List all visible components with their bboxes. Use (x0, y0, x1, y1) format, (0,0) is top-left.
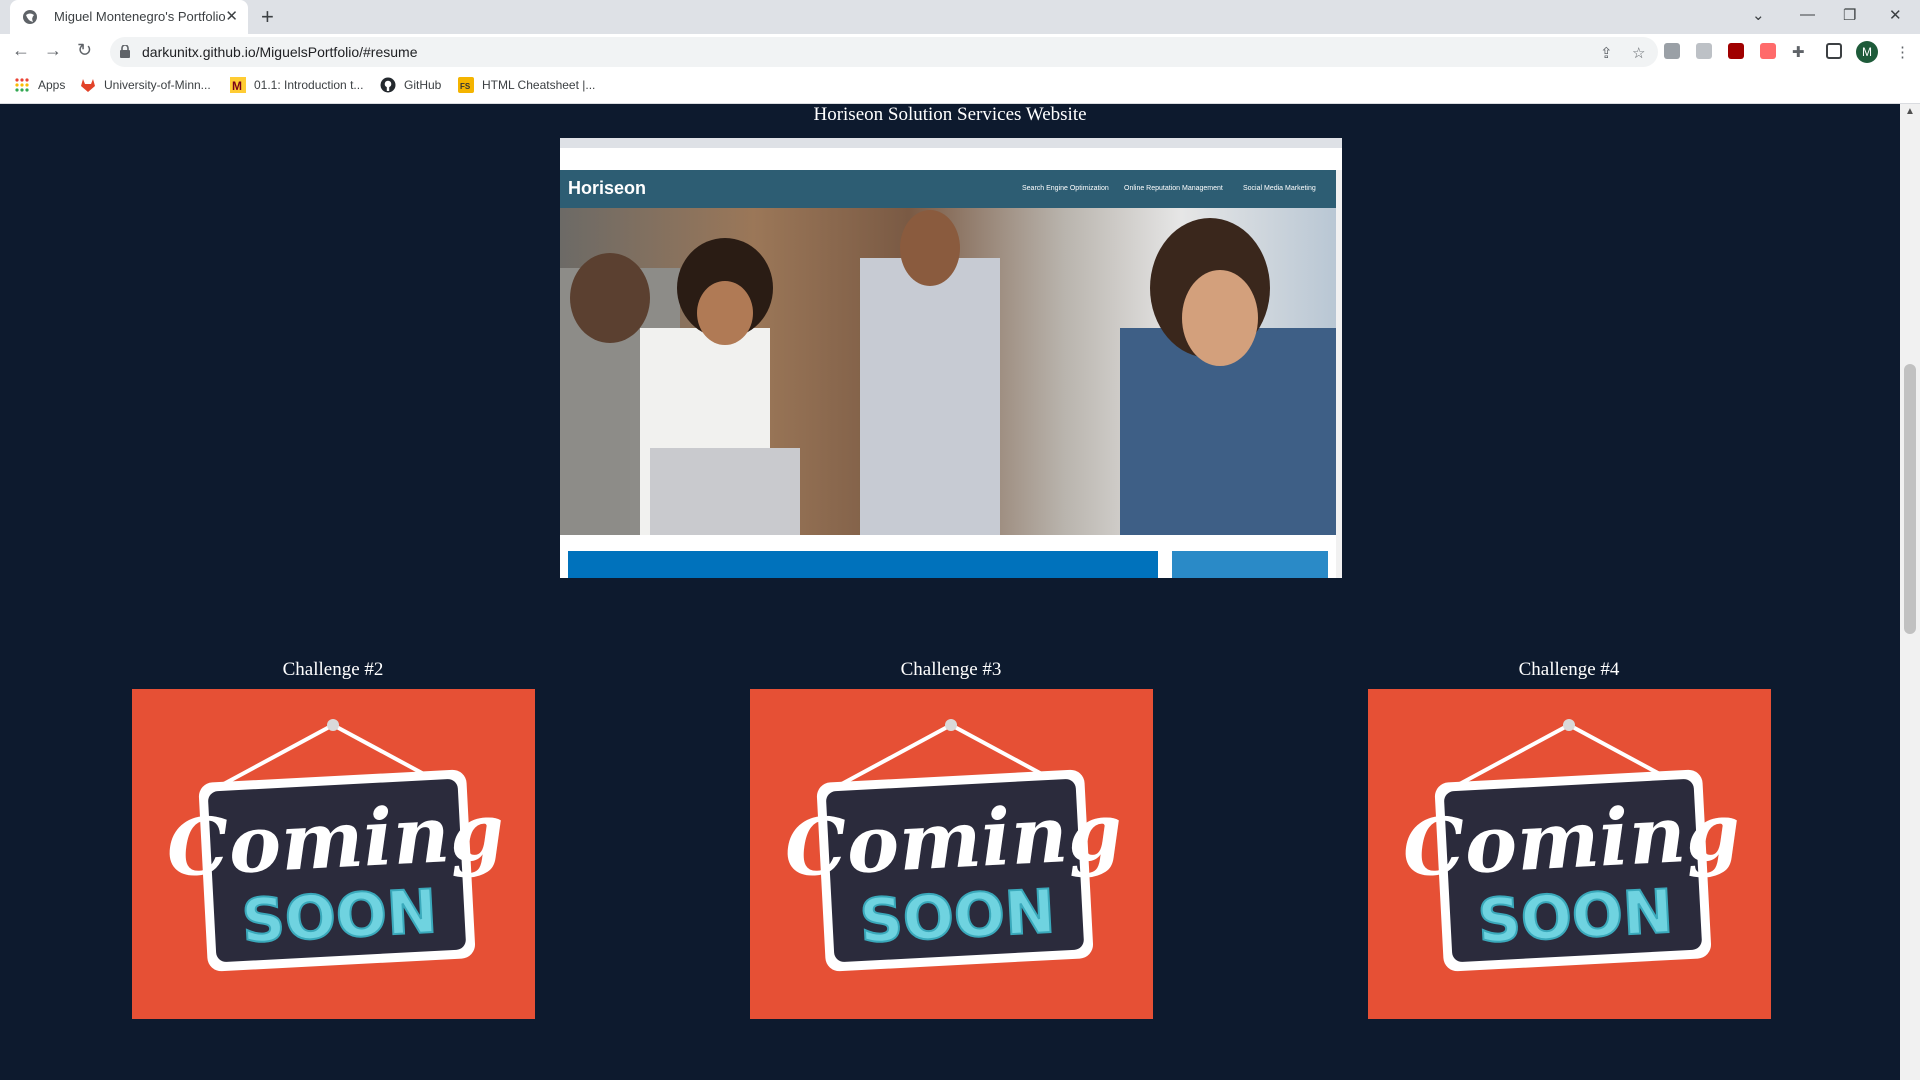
scrollbar-thumb[interactable] (1904, 364, 1916, 634)
browser-chrome: Miguel Montenegro's Portfolio ✕ + ⌄ — ❐ … (0, 0, 1920, 104)
screenshot-logo: Horiseon (568, 178, 647, 198)
forward-icon[interactable]: → (44, 40, 62, 61)
screenshot-sidebar-box (1172, 551, 1328, 578)
bookmark-cheatsheet[interactable]: HTML Cheatsheet |... (482, 78, 595, 92)
github-icon (380, 77, 396, 93)
apps-grid-icon (15, 78, 29, 92)
screenshot-hero-image (560, 208, 1336, 535)
extension-icon[interactable] (1696, 43, 1712, 59)
lock-icon (120, 45, 130, 58)
back-icon[interactable]: ← (12, 40, 30, 61)
share-icon[interactable]: ⇪ (1600, 44, 1613, 62)
extension-icon[interactable] (1664, 43, 1680, 59)
reload-icon[interactable]: ↻ (77, 40, 92, 61)
restore-icon[interactable]: ❐ (1843, 6, 1856, 24)
screenshot-nav-item: Online Reputation Management (1124, 185, 1223, 192)
coming-text: Coming (164, 786, 506, 895)
challenge-title: Challenge #2 (282, 659, 384, 680)
scroll-up-icon[interactable]: ▲ (1905, 106, 1915, 117)
screenshot-nav-item: Search Engine Optimization (1022, 185, 1109, 192)
challenge-card[interactable]: Challenge #3 Coming SOON (750, 659, 1153, 1019)
bookmark-apps[interactable]: Apps (38, 78, 65, 92)
bookmark-intro[interactable]: 01.1: Introduction t... (254, 78, 363, 92)
extension-icon[interactable] (1760, 43, 1776, 59)
project-title: Horiseon Solution Services Website (813, 104, 1087, 125)
coming-text: Coming (782, 786, 1124, 895)
challenge-title: Challenge #4 (1518, 659, 1620, 680)
tab-title: Miguel Montenegro's Portfolio (54, 9, 226, 24)
soon-text: SOON (240, 877, 439, 957)
minimize-icon[interactable]: — (1800, 6, 1815, 23)
ublock-icon[interactable] (1728, 43, 1744, 59)
cheatsheet-icon: FS (458, 77, 474, 93)
soon-text: SOON (858, 877, 1057, 957)
svg-text:FS: FS (460, 82, 471, 91)
screenshot-addressbar (560, 148, 1342, 160)
url-text: darkunitx.github.io/MiguelsPortfolio/#re… (142, 44, 418, 60)
page-scrollbar[interactable]: ▲ (1900, 104, 1920, 1080)
screenshot-scrollbar (1336, 170, 1342, 578)
soon-text: SOON (1476, 877, 1675, 957)
puzzle-icon[interactable]: ✚ (1792, 43, 1805, 61)
coming-soon-image[interactable]: Coming SOON (132, 689, 535, 1019)
tab-strip: Miguel Montenegro's Portfolio ✕ + ⌄ — ❐ … (0, 0, 1920, 34)
menu-dots-icon[interactable]: ⋮ (1895, 43, 1910, 61)
close-tab-icon[interactable]: ✕ (225, 7, 238, 25)
umn-icon: M (230, 77, 246, 93)
bookmarks-bar: Apps University-of-Minn... M 01.1: Intro… (0, 70, 1920, 104)
bookmark-star-icon[interactable]: ☆ (1632, 44, 1645, 62)
screenshot-content-box (568, 551, 1158, 578)
challenge-card[interactable]: Challenge #4 Coming SOON (1368, 659, 1771, 1019)
screenshot-header: Horiseon Search Engine Optimization Onli… (560, 170, 1336, 208)
portfolio-page: Horiseon Solution Services Website Horis… (0, 104, 1900, 1080)
screenshot-nav-item: Social Media Marketing (1243, 185, 1316, 192)
tab-search-icon[interactable]: ⌄ (1752, 6, 1765, 24)
bookmark-github[interactable]: GitHub (404, 78, 441, 92)
bookmark-gitlab[interactable]: University-of-Minn... (104, 78, 211, 92)
screenshot-tabbar (560, 138, 1342, 148)
coming-soon-image[interactable]: Coming SOON (750, 689, 1153, 1019)
new-tab-button[interactable]: + (261, 4, 274, 30)
challenge-title: Challenge #3 (900, 659, 1002, 680)
browser-toolbar: ← → ↻ darkunitx.github.io/MiguelsPortfol… (0, 34, 1920, 70)
avatar[interactable]: M (1856, 41, 1878, 63)
browser-tab[interactable]: Miguel Montenegro's Portfolio ✕ (10, 0, 248, 34)
coming-text: Coming (1400, 786, 1742, 895)
address-bar[interactable]: darkunitx.github.io/MiguelsPortfolio/#re… (110, 37, 1658, 67)
coming-soon-image[interactable]: Coming SOON (1368, 689, 1771, 1019)
challenge-card[interactable]: Challenge #2 Coming SOON (132, 659, 535, 1019)
globe-icon (23, 10, 37, 24)
svg-text:M: M (232, 79, 242, 93)
gitlab-icon (81, 79, 95, 92)
close-window-icon[interactable]: ✕ (1889, 6, 1902, 24)
hero-people-illustration (560, 210, 1336, 535)
side-panel-icon[interactable] (1826, 43, 1842, 59)
project-screenshot[interactable]: Horiseon Search Engine Optimization Onli… (560, 138, 1342, 578)
